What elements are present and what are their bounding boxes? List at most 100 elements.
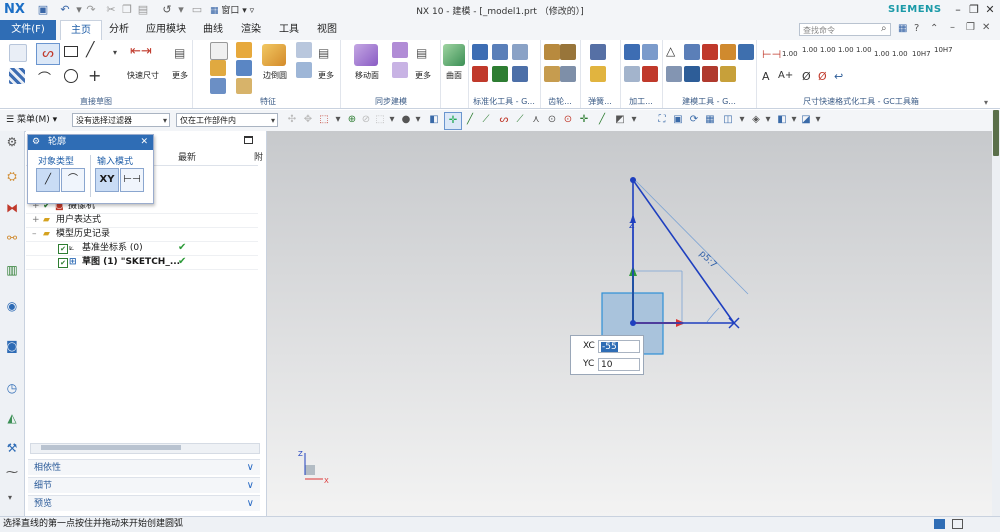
surface-icon[interactable] — [443, 44, 465, 66]
nav-row-sketch[interactable]: ✔ ⊞ 草图 (1) "SKETCH_... ✔ — [26, 255, 258, 270]
parameter-mode-button[interactable]: ⊢⊣ — [120, 168, 144, 192]
solid-body-icon[interactable]: ◧ — [428, 114, 440, 126]
sync-more-icon[interactable]: ▤ — [416, 46, 427, 60]
type-filter-select[interactable]: 没有选择过滤器 — [72, 113, 170, 128]
close-button[interactable]: ✕ — [982, 2, 998, 18]
dim-format-1[interactable]: 1.00 — [782, 50, 798, 58]
repeat-dropdown-icon[interactable]: ▾ — [174, 3, 188, 17]
edge-blend-icon[interactable] — [262, 44, 286, 66]
dialog-header[interactable]: ⚙ 轮廓 ✕ — [28, 135, 153, 150]
snap-arc-center-icon[interactable]: ⊙ — [546, 114, 558, 126]
background-dropdown-icon[interactable]: ▾ — [812, 114, 824, 126]
collapse-icon[interactable]: – — [32, 227, 37, 241]
dialog-close-icon[interactable]: ✕ — [140, 135, 148, 150]
clock-history-icon[interactable]: ◷ — [3, 379, 21, 397]
snap-dropdown-icon[interactable]: ▾ — [628, 114, 640, 126]
line-type-button[interactable]: ╱ — [36, 168, 60, 192]
triangle-tool-icon[interactable]: △ — [666, 44, 675, 58]
surface-label[interactable]: 曲面 — [440, 70, 468, 81]
part-navigator-icon[interactable]: ⚯ — [3, 229, 21, 247]
extrude-icon[interactable] — [210, 60, 226, 76]
scrollbar-thumb[interactable] — [41, 445, 181, 450]
graphics-window[interactable]: p5:7 Z Z X — [267, 131, 992, 516]
panel-dependencies[interactable]: 相依性 ∨ — [28, 459, 260, 475]
point-icon[interactable]: + — [88, 66, 101, 85]
select-all-icon[interactable]: ✥ — [302, 114, 314, 126]
dim-format-7[interactable]: 1.00 — [892, 50, 908, 58]
offset-face-icon[interactable] — [392, 62, 408, 78]
maximize-panel-icon[interactable] — [244, 136, 253, 144]
operation-icon[interactable] — [642, 66, 658, 82]
assembly-navigator-icon[interactable]: ⛭ — [3, 167, 21, 185]
rapid-dimension-label[interactable]: 快速尺寸 — [124, 70, 162, 81]
nav-row-model-history[interactable]: – ▰ 模型历史记录 — [26, 227, 258, 242]
rotate-icon[interactable]: ⟳ — [688, 114, 700, 126]
profile-vertex-top[interactable] — [630, 177, 636, 183]
sketch-more-arrow-icon[interactable]: ▾ — [113, 48, 117, 57]
nx-logo[interactable]: NX — [4, 2, 25, 17]
move-face-label[interactable]: 移动面 — [348, 70, 386, 81]
tab-tools[interactable]: 工具 — [272, 20, 306, 40]
file-menu-tab[interactable]: 文件(F) — [0, 20, 56, 40]
move-face-icon[interactable] — [354, 44, 378, 66]
view-orient-dropdown-icon[interactable]: ▾ — [736, 114, 748, 126]
mold-base-icon[interactable] — [512, 44, 528, 60]
snap-on-curve-icon[interactable]: ╱ — [596, 114, 608, 126]
snap-endpoint-icon[interactable]: ╱ — [464, 114, 476, 126]
undo-icon[interactable]: ↶ — [58, 3, 72, 17]
render-style-icon[interactable]: ◈ — [750, 114, 762, 126]
help-icon[interactable]: ? — [914, 23, 919, 34]
status-grid-icon[interactable] — [934, 519, 945, 529]
screw-icon[interactable] — [512, 66, 528, 82]
settings-gear-icon[interactable]: ⚙ — [3, 133, 21, 151]
status-window-icon[interactable] — [952, 519, 963, 529]
tab-view[interactable]: 视图 — [310, 20, 344, 40]
panel-preview[interactable]: 预览 ∨ — [28, 495, 260, 511]
xy-mode-button[interactable]: XY — [95, 168, 119, 192]
edit-section-icon[interactable]: ◧ — [776, 114, 788, 126]
yc-input[interactable]: 10 — [598, 358, 640, 371]
xc-input[interactable]: -55 — [598, 340, 640, 353]
snap-existing-point-icon[interactable]: ✛ — [578, 114, 590, 126]
snap-on-face-icon[interactable]: ◩ — [614, 114, 626, 126]
snap-curve-icon[interactable]: ᔕ — [498, 114, 510, 126]
history-icon[interactable]: ◙ — [3, 337, 21, 355]
cut-icon[interactable]: ✂ — [104, 3, 118, 17]
tab-analysis[interactable]: 分析 — [102, 20, 136, 40]
sync-more-label[interactable]: 更多 — [410, 70, 436, 81]
nav-row-user-expressions[interactable]: + ▰ 用户表达式 — [26, 213, 258, 228]
arc-type-button[interactable]: ⌒ — [61, 168, 85, 192]
snap-control-icon[interactable]: ⟋ — [514, 114, 526, 126]
paste-icon[interactable]: ▤ — [136, 3, 150, 17]
machining-feature-icon[interactable] — [642, 44, 658, 60]
edge-blend-label[interactable]: 边倒圆 — [258, 70, 292, 81]
sketch-more-icon[interactable]: ▤ — [174, 46, 185, 60]
gear-display-icon[interactable] — [560, 66, 576, 82]
diameter-remove-icon[interactable]: Ø — [818, 70, 827, 83]
text-format-icon[interactable]: A — [762, 70, 770, 83]
chamfer-icon[interactable] — [296, 42, 312, 58]
dim-format-8[interactable]: 10H7 — [912, 50, 931, 58]
system-materials-icon[interactable]: ◭ — [3, 409, 21, 427]
snap-midpoint-icon[interactable]: ⟋ — [480, 114, 492, 126]
snap-point-icon[interactable]: ✛ — [444, 112, 462, 130]
dim-format-9[interactable]: 10H7 — [934, 46, 953, 54]
sub-restore-button[interactable]: ❐ — [966, 22, 975, 33]
dock-handle[interactable] — [993, 110, 999, 156]
checkbox-icon[interactable]: ✔ — [58, 244, 68, 254]
chamfer-tool-icon[interactable] — [720, 44, 736, 60]
rectangle-icon[interactable] — [64, 46, 78, 57]
pull-face-icon[interactable] — [392, 42, 408, 58]
restore-button[interactable]: ❐ — [966, 2, 982, 18]
repeat-command-icon[interactable]: ↺ — [160, 3, 174, 17]
expand-icon[interactable]: + — [32, 213, 40, 227]
roles-icon[interactable]: ⚒ — [3, 439, 21, 457]
copy-icon[interactable]: ❐ — [120, 3, 134, 17]
render-style-dropdown-icon[interactable]: ▾ — [762, 114, 774, 126]
nav-row-datum-csys[interactable]: ✔ ⟀ 基准坐标系 (0) ✔ — [26, 241, 258, 256]
fastener-icon[interactable] — [492, 44, 508, 60]
tab-applications[interactable]: 应用模块 — [140, 20, 192, 40]
profile-icon[interactable]: ᔕ — [36, 43, 60, 65]
touch-mode-icon[interactable]: ▭ — [190, 3, 204, 17]
ribbon-options-icon[interactable]: ▾ — [984, 98, 988, 107]
